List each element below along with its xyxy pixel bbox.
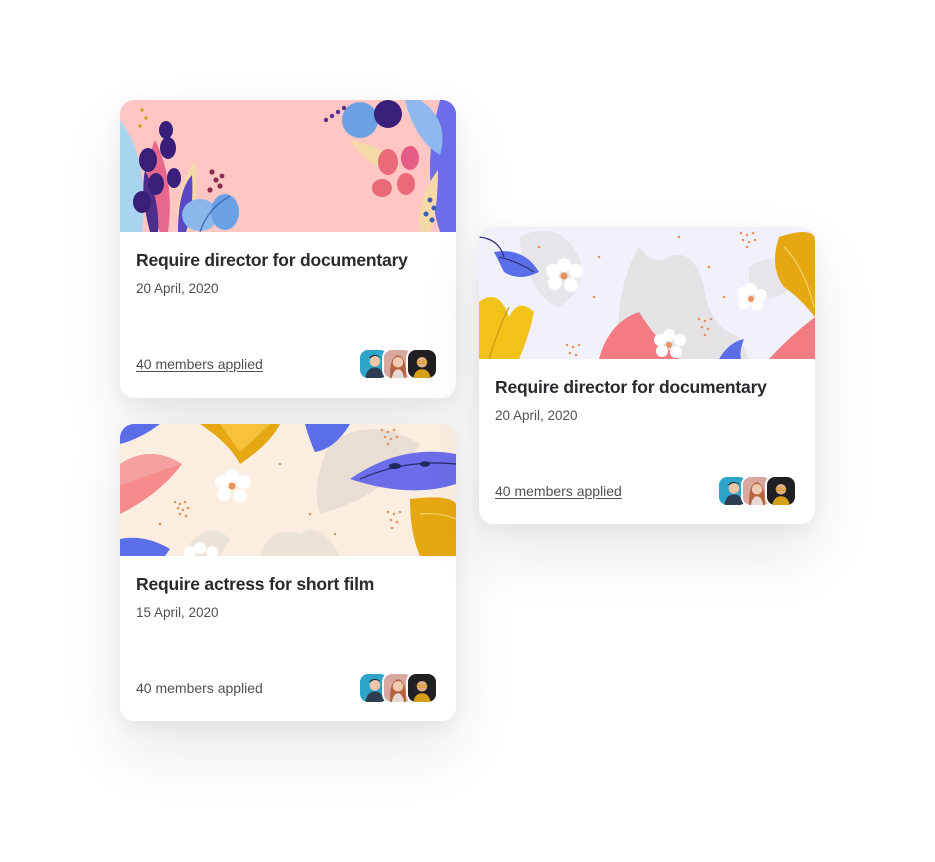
- card-title: Require actress for short film: [136, 574, 375, 594]
- pink-leaves-banner: [120, 100, 456, 232]
- project-card[interactable]: Require actress for short film 15 April,…: [120, 424, 456, 721]
- project-card[interactable]: Require director for documentary 20 Apri…: [120, 100, 456, 398]
- card-title: Require director for documentary: [495, 377, 767, 397]
- applicant-avatars[interactable]: [717, 475, 797, 507]
- members-applied-link[interactable]: 40 members applied: [495, 482, 622, 500]
- members-applied-link[interactable]: 40 members applied: [136, 355, 263, 373]
- card-date: 20 April, 2020: [136, 281, 219, 296]
- avatar: [406, 672, 438, 704]
- cream-floral-banner: [120, 424, 456, 556]
- applicant-avatars[interactable]: [358, 348, 438, 380]
- card-title: Require director for documentary: [136, 250, 408, 270]
- card-date: 20 April, 2020: [495, 408, 578, 423]
- avatar: [765, 475, 797, 507]
- lavender-floral-banner: [479, 227, 815, 359]
- project-card[interactable]: Require director for documentary 20 Apri…: [479, 227, 815, 524]
- applicant-avatars[interactable]: [358, 672, 438, 704]
- avatar: [406, 348, 438, 380]
- members-applied-link[interactable]: 40 members applied: [136, 679, 263, 697]
- card-date: 15 April, 2020: [136, 605, 219, 620]
